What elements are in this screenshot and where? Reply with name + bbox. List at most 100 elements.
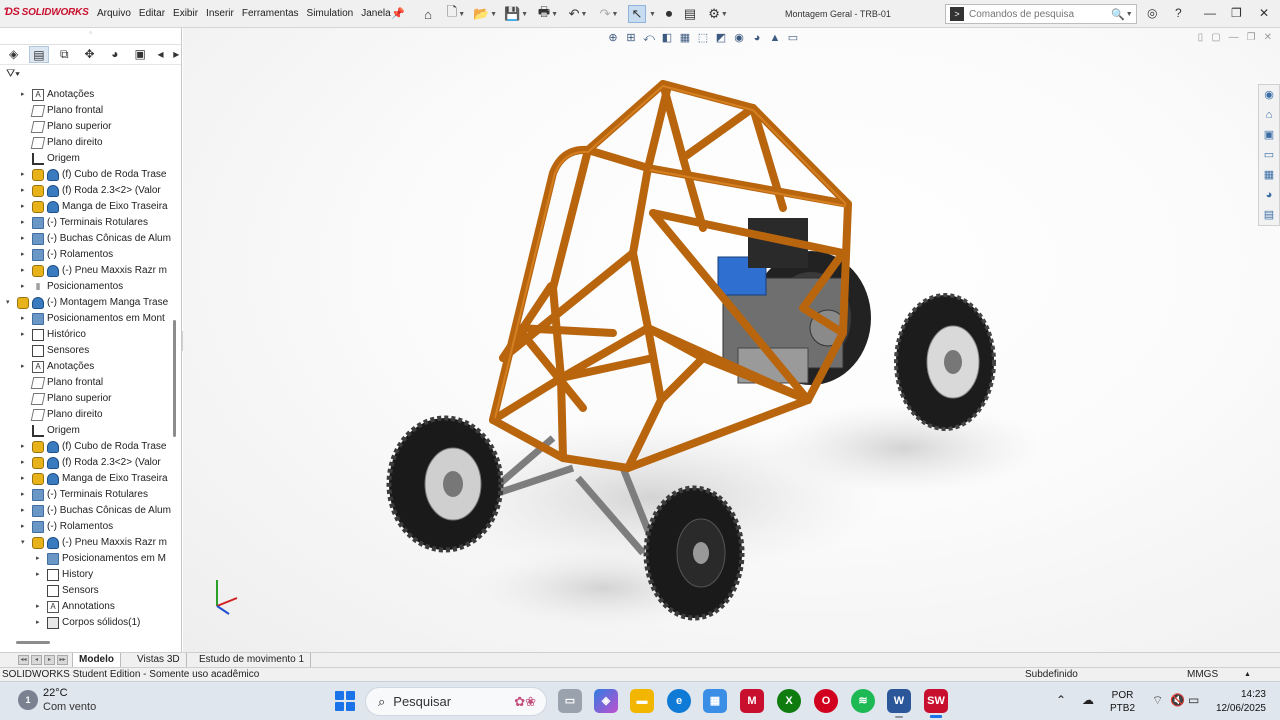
menu-arquivo[interactable]: Arquivo	[97, 8, 136, 19]
tree-item[interactable]: Plano direito	[0, 407, 176, 423]
tree-item[interactable]: ▸ (-) Rolamentos	[0, 519, 176, 535]
unit-dropdown-icon[interactable]: ▲	[1244, 668, 1251, 681]
task-view-icon[interactable]: ▭	[558, 689, 582, 713]
pin-menu-icon[interactable]: 📌	[391, 7, 405, 20]
expand-arrow-icon[interactable]: ▸	[36, 618, 44, 626]
solidworks-logo[interactable]: ƊS SOLIDWORKS	[4, 6, 89, 18]
mcafee-icon[interactable]: M	[740, 689, 764, 713]
tree-item[interactable]: ▸ ⫴ Posicionamentos	[0, 279, 176, 295]
file-explorer-taskbar-icon[interactable]: ▬	[630, 689, 654, 713]
select-dropdown-icon[interactable]: ▼	[648, 5, 656, 23]
dimxpert-tab[interactable]: ✥	[80, 46, 99, 63]
clock[interactable]: 14:23 12/06/2025	[1208, 688, 1266, 716]
tree-item[interactable]: ▸ Corpos sólidos(1)	[0, 615, 176, 631]
tabs-left-arrow[interactable]: ◂	[156, 46, 166, 63]
opera-icon[interactable]: O	[814, 689, 838, 713]
tree-item[interactable]: ▸ (-) Rolamentos	[0, 247, 176, 263]
tree-item[interactable]: ▸ (-) Buchas Cônicas de Alum	[0, 231, 176, 247]
tree-item[interactable]: ▸ Manga de Eixo Traseira	[0, 199, 176, 215]
expand-arrow-icon[interactable]: ▸	[36, 602, 44, 610]
traffic-light-icon[interactable]: ⏺	[662, 5, 676, 23]
close-icon[interactable]: ✕	[1259, 6, 1269, 20]
tree-item[interactable]: ▸ (-) Buchas Cônicas de Alum	[0, 503, 176, 519]
command-search[interactable]: > 🔍 ▼	[945, 4, 1137, 24]
tree-item[interactable]: ▸ Manga de Eixo Traseira	[0, 471, 176, 487]
search-icon[interactable]: 🔍	[1111, 8, 1125, 21]
edge-icon[interactable]: e	[667, 689, 691, 713]
solidworks-taskbar-icon[interactable]: SW	[924, 689, 948, 718]
tab-last-icon[interactable]: ▸▸	[57, 655, 68, 665]
more-tabs-icon[interactable]: ▣	[130, 46, 149, 63]
input-language[interactable]: POR PTB2	[1110, 689, 1135, 715]
tree-item[interactable]: ▸ (f) Cubo de Roda Trase	[0, 167, 176, 183]
select-cursor-button[interactable]: ↖	[628, 5, 646, 23]
tree-item[interactable]: Plano frontal	[0, 375, 176, 391]
spotify-icon[interactable]: ≋	[851, 689, 875, 713]
weather-widget[interactable]: 1 22°C Com vento	[18, 686, 96, 714]
panel-grip[interactable]: ◦	[0, 28, 181, 45]
tree-item[interactable]: ▸ (-) Pneu Maxxis Razr m	[0, 263, 176, 279]
tree-item[interactable]: Origem	[0, 423, 176, 439]
tree-item[interactable]: ▸ A Annotations	[0, 599, 176, 615]
tree-item[interactable]: ▸ (-) Terminais Rotulares	[0, 215, 176, 231]
expand-arrow-icon[interactable]: ▸	[21, 506, 29, 514]
collapse-arrow-icon[interactable]: ▾	[21, 538, 29, 546]
tab-next-icon[interactable]: ▸	[44, 655, 55, 665]
menu-inserir[interactable]: Inserir	[206, 8, 239, 19]
search-dropdown-icon[interactable]: ▼	[1126, 11, 1133, 18]
taskbar-search[interactable]: ⌕ Pesquisar ✿❀	[365, 687, 547, 716]
expand-arrow-icon[interactable]: ▸	[21, 186, 29, 194]
microsoft-store-icon[interactable]: ▦	[703, 689, 727, 713]
help-icon[interactable]: ?	[1175, 6, 1182, 20]
tree-item[interactable]: ▸ Posicionamentos em Mont	[0, 311, 176, 327]
menu-ferramentas[interactable]: Ferramentas	[242, 8, 304, 19]
home-icon[interactable]: ⌂	[420, 5, 436, 23]
tree-item[interactable]: ▾ (-) Montagem Manga Trase	[0, 295, 176, 311]
tree-item[interactable]: ▸ (f) Cubo de Roda Trase	[0, 439, 176, 455]
options-gear-button[interactable]: ⚙ ▼	[705, 5, 731, 23]
expand-arrow-icon[interactable]: ▸	[21, 474, 29, 482]
filter-icon[interactable]: ⛛▾	[0, 65, 181, 83]
open-button[interactable]: 📂 ▼	[473, 5, 497, 23]
expand-arrow-icon[interactable]: ▸	[21, 202, 29, 210]
tabs-right-arrow[interactable]: ▸	[171, 46, 181, 63]
expand-arrow-icon[interactable]: ▸	[21, 490, 29, 498]
xbox-icon[interactable]: X	[777, 689, 801, 713]
menu-simulation[interactable]: Simulation	[307, 8, 359, 19]
tree-item[interactable]: ▸ (f) Roda 2.3<2> (Valor	[0, 455, 176, 471]
expand-arrow-icon[interactable]: ▸	[21, 90, 29, 98]
file-properties-icon[interactable]: ▤	[682, 5, 698, 23]
graphics-viewport[interactable]: ⊕ ⊞ ⤺ ◧ ▦ ⬚ ◩ ◉ ◕ ▲ ▭ ▯ ▢ — ❐ ✕ ◉ ⌂ ▣ ▭ …	[183, 28, 1280, 652]
print-button[interactable]: 🖶 ▼	[536, 4, 560, 23]
tree-item[interactable]: ▾ (-) Pneu Maxxis Razr m	[0, 535, 176, 551]
start-button[interactable]	[335, 691, 355, 711]
tree-item[interactable]: ▸ History	[0, 567, 176, 583]
battery-icon[interactable]: ▭	[1188, 693, 1199, 707]
tab-estudo-movimento[interactable]: Estudo de movimento 1	[193, 653, 312, 668]
menu-exibir[interactable]: Exibir	[173, 8, 203, 19]
tree-item[interactable]: Plano superior	[0, 391, 176, 407]
buggy-assembly-model[interactable]	[183, 28, 1280, 652]
tree-item[interactable]: Plano superior	[0, 119, 176, 135]
redo-button[interactable]: ↷ ▼	[598, 5, 620, 23]
tray-overflow-icon[interactable]: ⌃	[1056, 693, 1066, 707]
tree-item[interactable]: Sensores	[0, 343, 176, 359]
configuration-manager-tab[interactable]: ⧉	[55, 46, 74, 63]
undo-button[interactable]: ↶ ▼	[567, 5, 589, 23]
account-icon[interactable]: ◎	[1147, 6, 1157, 20]
tree-horizontal-scrollbar[interactable]	[16, 641, 50, 644]
tab-first-icon[interactable]: ◂◂	[18, 655, 29, 665]
expand-arrow-icon[interactable]: ▸	[21, 170, 29, 178]
new-document-button[interactable]: 🗋 ▼	[445, 4, 467, 23]
tree-item[interactable]: Origem	[0, 151, 176, 167]
volume-icon[interactable]: 🔇	[1170, 693, 1185, 707]
save-button[interactable]: 💾 ▼	[504, 5, 528, 23]
expand-arrow-icon[interactable]: ▸	[21, 458, 29, 466]
minimize-icon[interactable]: —	[1204, 6, 1216, 20]
restore-icon[interactable]: ❐	[1231, 6, 1242, 20]
copilot-icon[interactable]: ◈	[594, 689, 618, 713]
feature-manager-tab[interactable]: ◈	[4, 46, 23, 63]
onedrive-icon[interactable]: ☁	[1082, 693, 1094, 707]
tree-item[interactable]: Plano frontal	[0, 103, 176, 119]
expand-arrow-icon[interactable]: ▸	[21, 250, 29, 258]
